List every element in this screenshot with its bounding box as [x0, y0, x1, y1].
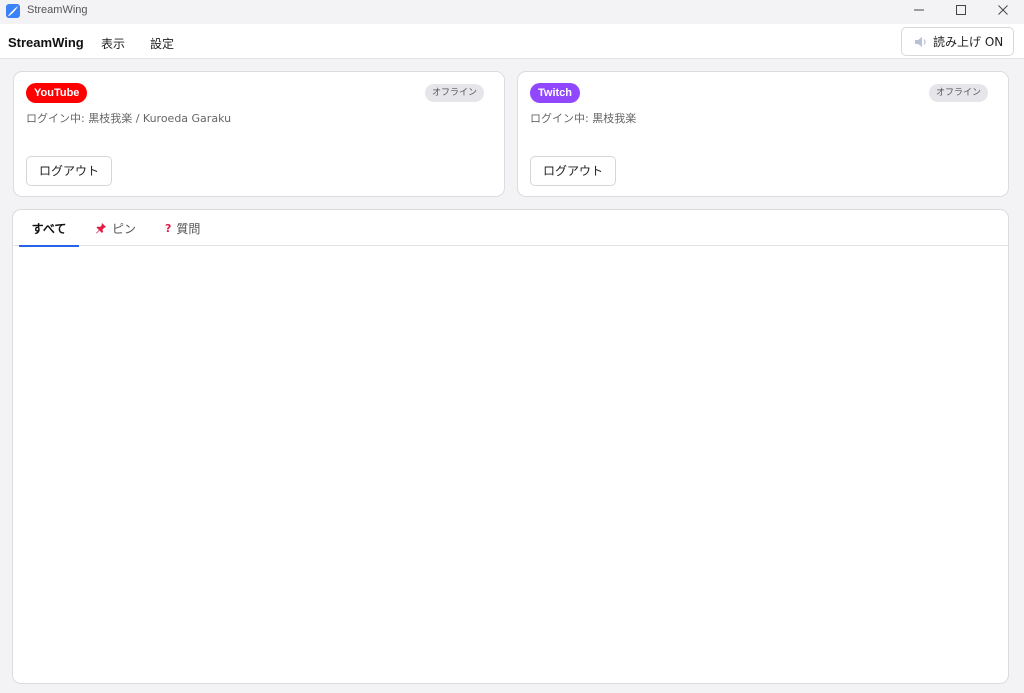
app-logo-icon — [6, 4, 20, 18]
tab-all-label: すべて — [31, 221, 67, 236]
menu-bar: StreamWing 表示 設定 読み上げ ON — [0, 24, 1024, 59]
tab-pin[interactable]: ピン — [95, 210, 136, 246]
tts-toggle-label: 読み上げ ON — [933, 35, 1004, 49]
menu-settings[interactable]: 設定 — [150, 35, 174, 52]
pushpin-icon — [96, 223, 106, 234]
twitch-badge: Twitch — [530, 83, 581, 103]
minimize-button[interactable] — [898, 0, 940, 20]
tab-all[interactable]: すべて — [19, 210, 79, 247]
twitch-login-status: ログイン中: 黒枝我楽 — [530, 112, 637, 125]
maximize-button[interactable] — [940, 0, 982, 20]
close-icon — [998, 5, 1008, 15]
tab-question[interactable]: ? 質問 — [165, 210, 200, 246]
youtube-badge: YouTube — [26, 83, 88, 103]
twitch-logout-button[interactable]: ログアウト — [530, 156, 617, 186]
twitch-status-badge: オフライン — [928, 84, 988, 102]
window-title: StreamWing — [27, 4, 88, 16]
title-bar: StreamWing — [0, 0, 1024, 24]
maximize-icon — [956, 5, 966, 15]
youtube-logout-button[interactable]: ログアウト — [26, 156, 113, 186]
tab-question-label: 質問 — [176, 221, 201, 236]
minimize-icon — [914, 9, 924, 11]
tts-toggle-button[interactable]: 読み上げ ON — [901, 27, 1014, 56]
twitch-account-card: Twitch オフライン ログイン中: 黒枝我楽 ログアウト — [517, 71, 1009, 197]
comment-tabs: すべて ピン ? 質問 — [13, 210, 1008, 247]
comments-panel: すべて ピン ? 質問 — [12, 209, 1009, 684]
youtube-login-status: ログイン中: 黒枝我楽 / Kuroeda Garaku — [26, 112, 232, 125]
brand-name: StreamWing — [8, 35, 84, 50]
speaker-icon — [915, 36, 926, 47]
tab-pin-label: ピン — [112, 221, 137, 236]
youtube-account-card: YouTube オフライン ログイン中: 黒枝我楽 / Kuroeda Gara… — [13, 71, 505, 197]
comment-feed[interactable] — [13, 247, 1008, 683]
menu-view[interactable]: 表示 — [101, 35, 125, 52]
question-mark-icon: ? — [165, 221, 172, 235]
youtube-status-badge: オフライン — [424, 84, 484, 102]
close-button[interactable] — [982, 0, 1024, 20]
